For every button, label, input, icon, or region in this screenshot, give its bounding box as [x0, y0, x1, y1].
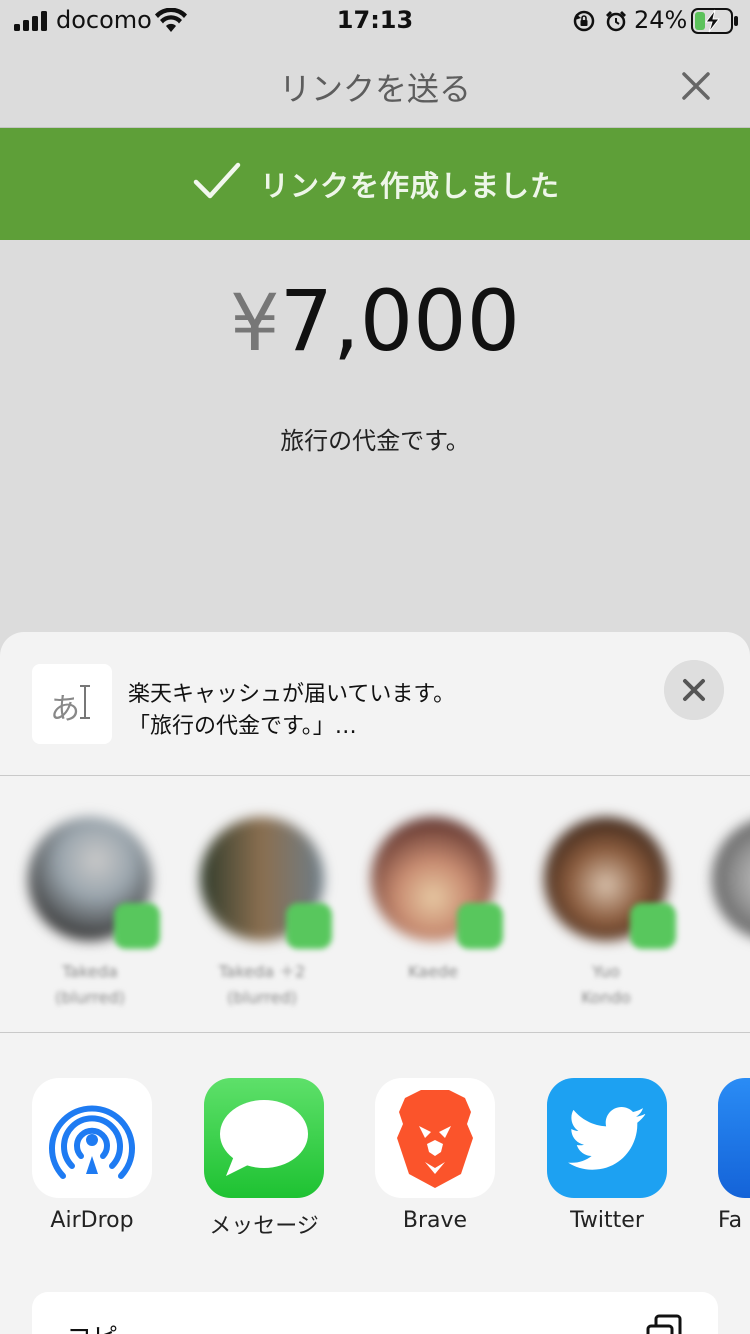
messages-badge-icon	[457, 903, 503, 949]
share-sheet: あ 楽天キャッシュが届いています。 「旅行の代金です。」… Takeda (blu…	[0, 632, 750, 1334]
alarm-icon	[606, 11, 626, 32]
banner-message: リンクを作成しました	[260, 169, 561, 203]
airdrop-icon	[32, 1078, 152, 1198]
messages-icon	[204, 1078, 324, 1198]
contact-name: T	[706, 959, 750, 985]
share-app-brave[interactable]: Brave	[365, 1078, 505, 1233]
copy-label: コピ	[66, 1318, 118, 1334]
battery-percent: 24%	[634, 6, 688, 34]
close-icon[interactable]	[674, 64, 718, 108]
page-title: リンクを送る	[278, 70, 471, 108]
facebook-icon	[718, 1078, 750, 1198]
share-app-airdrop[interactable]: AirDrop	[22, 1078, 162, 1233]
preview-subtitle: 「旅行の代金です。」…	[128, 714, 357, 739]
share-app-label: Brave	[402, 1208, 468, 1233]
contact-item[interactable]: Takeda (blurred)	[22, 817, 160, 1017]
contact-name: Takeda (blurred)	[55, 962, 125, 1007]
preview-thumbnail: あ	[32, 664, 112, 744]
share-app-label: メッセージ	[209, 1214, 319, 1234]
share-app-twitter[interactable]: Twitter	[537, 1078, 677, 1233]
share-apps-row: AirDrop メッセージ Brave Twitter Fa	[0, 1034, 750, 1234]
currency-symbol: ¥	[229, 279, 280, 369]
share-app-label: AirDrop	[50, 1208, 134, 1233]
contact-item[interactable]: Takeda ＋2 (blurred)	[194, 817, 332, 1017]
nav-header: リンクを送る	[0, 42, 750, 128]
contact-name: Takeda ＋2 (blurred)	[218, 962, 306, 1007]
payment-memo: 旅行の代金です。	[280, 427, 470, 455]
copy-action[interactable]: コピ	[32, 1292, 718, 1334]
amount-value: 7,000	[279, 272, 521, 370]
contact-name: Yuo Kondo	[581, 962, 631, 1007]
status-bar: docomo 17:13 24%	[0, 0, 750, 42]
contact-item[interactable]: T	[706, 817, 750, 1017]
messages-badge-icon	[114, 903, 160, 949]
share-app-messages[interactable]: メッセージ	[194, 1078, 334, 1234]
text-cursor-icon	[80, 685, 90, 719]
rotation-lock-icon	[573, 10, 595, 32]
messages-badge-icon	[630, 903, 676, 949]
messages-badge-icon	[286, 903, 332, 949]
share-close-icon[interactable]	[664, 660, 724, 720]
share-app-label: Twitter	[570, 1208, 644, 1233]
preview-title: 楽天キャッシュが届いています。	[128, 682, 456, 707]
battery-charging-icon	[691, 8, 738, 34]
share-app-label: Fa	[718, 1208, 743, 1233]
preview-thumbnail-text: あ	[50, 692, 80, 727]
contact-avatar	[712, 817, 750, 941]
twitter-icon	[547, 1078, 667, 1198]
copy-icon	[646, 1314, 682, 1334]
contact-item[interactable]: Kaede	[365, 817, 503, 1017]
share-app-facebook[interactable]: Fa	[708, 1078, 750, 1233]
success-banner: リンクを作成しました	[0, 128, 750, 240]
brave-icon	[375, 1078, 495, 1198]
suggested-contacts: Takeda (blurred) Takeda ＋2 (blurred) Kaede…	[0, 777, 750, 1033]
contact-item[interactable]: Yuo Kondo	[538, 817, 676, 1017]
contact-name: Kaede	[408, 962, 458, 981]
checkmark-icon	[193, 162, 241, 199]
share-preview: あ 楽天キャッシュが届いています。 「旅行の代金です。」…	[0, 632, 750, 776]
payment-amount: ¥7,000	[0, 272, 750, 370]
